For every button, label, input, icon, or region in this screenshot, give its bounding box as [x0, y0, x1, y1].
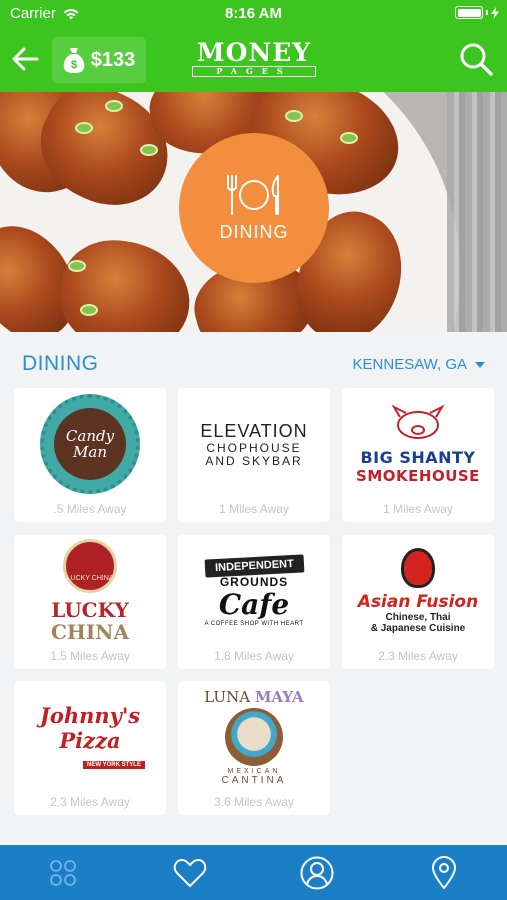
listing-logo: Asian Fusion Chinese, Thai & Japanese Cu…	[342, 535, 494, 647]
flame-icon	[400, 548, 435, 588]
battery-fill	[457, 8, 481, 17]
logo-text: NEW YORK STYLE	[83, 761, 145, 769]
luna-maya-face-icon	[224, 708, 283, 766]
bottom-tab-bar	[0, 845, 507, 900]
heart-icon	[173, 858, 207, 887]
search-icon	[460, 43, 493, 76]
section-title: DINING	[22, 352, 99, 375]
herb-garnish	[75, 122, 93, 134]
logo-text: SMOKEHOUSE	[356, 467, 480, 485]
listing-card[interactable]: Johnny's Pizza NEW YORK STYLE 2.3 Miles …	[14, 681, 166, 815]
logo-text: LUCKY	[51, 598, 129, 622]
logo-text: Chinese, Thai	[385, 612, 451, 623]
fork-plate-knife-icon	[227, 174, 279, 215]
listing-distance: .5 Miles Away	[53, 502, 127, 516]
listing-card[interactable]: BIG SHANTY SMOKEHOUSE 1 Miles Away	[342, 388, 494, 522]
listing-distance: 1 Miles Away	[383, 502, 453, 516]
listing-card[interactable]: ELEVATION CHOPHOUSE AND SKYBAR 1 Miles A…	[178, 388, 330, 522]
tab-map[interactable]	[380, 845, 507, 900]
listing-distance: 1 Miles Away	[219, 502, 289, 516]
logo-text: LUCKY CHINA	[66, 575, 114, 582]
logo-text: LUNA	[204, 688, 251, 706]
logo-line2: PAGES	[192, 66, 316, 77]
svg-text:$: $	[71, 59, 77, 71]
listing-logo: ELEVATION CHOPHOUSE AND SKYBAR	[178, 388, 330, 500]
listing-distance: 3.6 Miles Away	[214, 795, 294, 809]
herb-garnish	[68, 260, 86, 272]
logo-text: CHINA	[51, 620, 129, 644]
category-label: DINING	[219, 221, 289, 242]
listing-logo: Candy Man	[14, 388, 166, 500]
listing-distance: 1.5 Miles Away	[50, 649, 130, 663]
listing-card[interactable]: LUCKY CHINA LUCKY CHINA 1.5 Miles Away	[14, 535, 166, 669]
grid-icon	[50, 859, 77, 886]
search-button[interactable]	[457, 40, 495, 78]
listing-logo: BIG SHANTY SMOKEHOUSE	[342, 388, 494, 500]
lucky-china-seal-icon: LUCKY CHINA	[63, 539, 117, 593]
money-bag-icon: $	[63, 48, 84, 73]
balance-amount: $133	[90, 48, 136, 71]
listing-card[interactable]: LUNA MAYA MEXICAN CANTINA 3.6 Miles Away	[178, 681, 330, 815]
herb-garnish	[285, 110, 303, 122]
logo-text: BIG SHANTY	[360, 448, 476, 467]
logo-text: Johnny's Pizza	[39, 703, 141, 753]
herb-garnish	[105, 100, 123, 112]
back-button[interactable]	[8, 42, 42, 76]
money-pages-logo: MONEY PAGES	[190, 40, 318, 77]
location-label: KENNESAW, GA	[352, 356, 467, 373]
logo-text: A COFFEE SHOP WITH HEART	[204, 620, 304, 627]
listing-distance: 2.3 Miles Away	[50, 795, 130, 809]
tab-categories[interactable]	[0, 845, 127, 900]
listing-logo: LUCKY CHINA LUCKY CHINA	[14, 535, 166, 647]
map-pin-icon	[431, 855, 456, 889]
herb-garnish	[80, 304, 98, 316]
logo-text: Asian Fusion	[357, 592, 479, 612]
logo-text: Cafe	[218, 587, 290, 621]
listing-card[interactable]: INDEPENDENT GROUNDS Cafe A COFFEE SHOP W…	[178, 535, 330, 669]
battery-icon	[455, 6, 499, 19]
tab-profile[interactable]	[254, 845, 381, 900]
back-arrow-icon	[12, 47, 39, 71]
dropdown-caret-icon	[475, 361, 485, 368]
listing-card[interactable]: Asian Fusion Chinese, Thai & Japanese Cu…	[342, 535, 494, 669]
listing-card[interactable]: Candy Man .5 Miles Away	[14, 388, 166, 522]
dining-category-badge: DINING	[179, 133, 329, 283]
listing-logo: Johnny's Pizza NEW YORK STYLE	[14, 681, 166, 793]
app-header: $ $133 MONEY PAGES	[0, 28, 507, 92]
logo-text: ELEVATION	[200, 420, 308, 441]
logo-text: & Japanese Cuisine	[370, 623, 466, 634]
logo-text: AND SKYBAR	[205, 453, 303, 468]
logo-text: INDEPENDENT	[204, 553, 304, 578]
location-selector[interactable]: KENNESAW, GA	[353, 356, 485, 373]
balance-button[interactable]: $ $133	[52, 37, 146, 83]
logo-text: MAYA	[254, 688, 304, 706]
herb-garnish	[140, 144, 158, 156]
logo-text: CANTINA	[221, 775, 287, 786]
logo-text: MEXICAN	[227, 768, 281, 775]
logo-line1: MONEY	[196, 38, 312, 67]
category-hero-image: DINING	[0, 92, 507, 332]
logo-text: Candy	[65, 427, 115, 445]
pig-icon	[391, 404, 445, 439]
herb-garnish	[340, 132, 358, 144]
listing-distance: 1.8 Miles Away	[214, 649, 294, 663]
logo-text: Man	[73, 443, 107, 461]
status-bar: Carrier 8:16 AM	[0, 0, 507, 28]
listing-logo: INDEPENDENT GROUNDS Cafe A COFFEE SHOP W…	[178, 535, 330, 647]
profile-icon	[300, 856, 334, 889]
status-time: 8:16 AM	[225, 5, 282, 22]
tab-favorites[interactable]	[127, 845, 254, 900]
logo-text: CHOPHOUSE	[206, 440, 302, 455]
charging-bolt-icon	[491, 6, 499, 19]
wood-table	[447, 92, 507, 332]
listing-distance: 2.3 Miles Away	[378, 649, 458, 663]
listing-logo: LUNA MAYA MEXICAN CANTINA	[178, 681, 330, 793]
